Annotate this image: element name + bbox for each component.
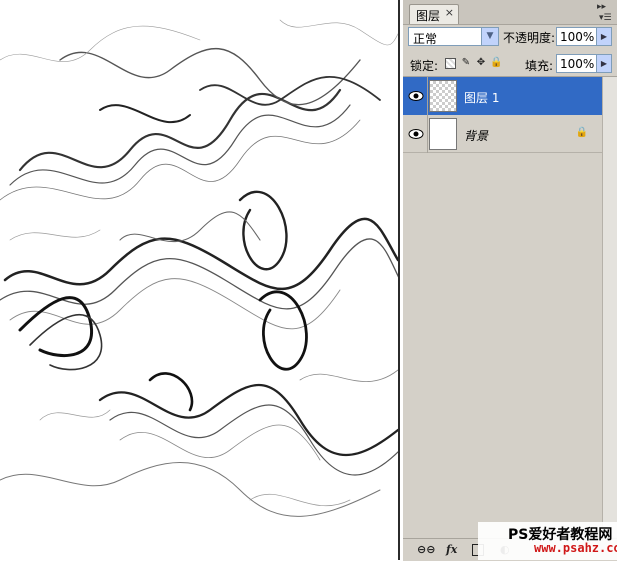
layer-thumbnail <box>429 80 457 112</box>
opacity-field[interactable]: 100% ▶ <box>556 27 612 46</box>
tab-layers-label: 图层 <box>416 9 441 23</box>
eye-icon[interactable] <box>407 89 425 103</box>
lock-all-icon[interactable]: 🔒 <box>490 57 502 69</box>
fill-arrow-icon[interactable]: ▶ <box>596 55 611 72</box>
layer-name[interactable]: 背景 <box>464 127 488 144</box>
layer-row-layer1[interactable]: 图层 1 <box>403 77 602 115</box>
opacity-arrow-icon[interactable]: ▶ <box>596 28 611 45</box>
canvas-edge <box>398 0 400 560</box>
collapse-icon[interactable]: ▸▸ <box>597 2 606 12</box>
opacity-value: 100% <box>560 30 595 44</box>
lock-position-icon[interactable]: ✥ <box>475 57 487 69</box>
lock-icon: 🔒 <box>575 127 588 138</box>
blend-opacity-row: 正常 ▼ 不透明度: 100% ▶ <box>403 25 617 51</box>
fill-value: 100% <box>560 57 595 71</box>
blend-mode-select[interactable]: 正常 ▼ <box>408 27 499 46</box>
close-icon[interactable]: × <box>445 6 454 19</box>
layers-list: 图层 1 背景 🔒 <box>403 77 617 537</box>
fill-label: 填充: <box>525 59 554 73</box>
document-canvas[interactable] <box>0 0 400 560</box>
eye-icon[interactable] <box>407 127 425 141</box>
link-icon[interactable]: ⊖⊖ <box>417 543 435 556</box>
tab-layers[interactable]: 图层 × <box>409 4 459 24</box>
layers-panel: 图层 × ▸▸ ▾☰ 正常 ▼ 不透明度: 100% ▶ 锁定: ✎ ✥ 🔒 填… <box>403 0 617 561</box>
lock-transparent-pixels-icon[interactable] <box>445 58 456 69</box>
row-divider <box>427 115 428 153</box>
watermark: PS爱好者教程网 www.psahz.com <box>478 522 617 560</box>
row-divider <box>427 77 428 115</box>
layer-name[interactable]: 图层 1 <box>464 89 499 106</box>
layer-thumbnail <box>429 118 457 150</box>
blend-mode-value: 正常 <box>413 32 438 46</box>
lock-fill-row: 锁定: ✎ ✥ 🔒 填充: 100% ▶ <box>403 52 617 77</box>
layers-scrollbar[interactable] <box>602 77 617 537</box>
panel-tab-bar: 图层 × ▸▸ ▾☰ <box>403 0 617 25</box>
lock-image-pixels-icon[interactable]: ✎ <box>460 57 472 69</box>
marble-swirl-artwork <box>0 19 400 517</box>
watermark-url: www.psahz.com <box>534 541 617 555</box>
chevron-down-icon[interactable]: ▼ <box>481 28 498 45</box>
opacity-label: 不透明度: <box>503 31 556 45</box>
fx-icon[interactable]: fx <box>446 543 457 556</box>
panel-menu-icon[interactable]: ▾☰ <box>599 13 612 23</box>
lock-label: 锁定: <box>410 59 439 73</box>
fill-field[interactable]: 100% ▶ <box>556 54 612 73</box>
layer-row-background[interactable]: 背景 🔒 <box>403 115 602 153</box>
